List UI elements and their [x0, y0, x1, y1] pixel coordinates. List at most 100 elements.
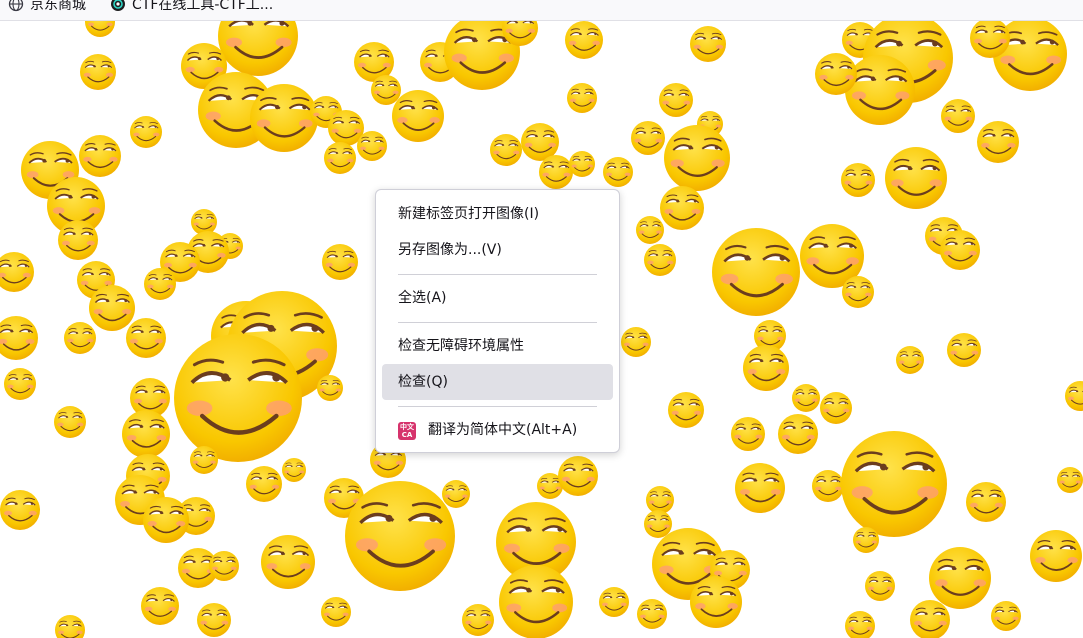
- smirk-emoji-icon: [689, 25, 727, 63]
- globe-icon: [8, 0, 24, 12]
- smirk-emoji-icon: [864, 570, 896, 602]
- smirk-emoji-icon: [0, 315, 39, 361]
- bookmark-label: 京东商城: [30, 0, 86, 13]
- smirk-emoji-icon: [883, 145, 949, 211]
- smirk-emoji-icon: [461, 603, 495, 637]
- smirk-emoji-icon: [497, 563, 575, 638]
- smirk-emoji-icon: [391, 89, 445, 143]
- smirk-emoji-icon: [538, 154, 574, 190]
- smirk-emoji-icon: [88, 284, 136, 332]
- smirk-emoji-icon: [248, 82, 320, 154]
- menu-inspect-accessibility[interactable]: 检查无障碍环境属性: [382, 328, 613, 364]
- smirk-emoji-icon: [129, 115, 163, 149]
- smirk-emoji-icon: [190, 208, 218, 236]
- smirk-emoji-icon: [245, 465, 283, 503]
- smirk-emoji-icon: [976, 120, 1020, 164]
- smirk-emoji-icon: [441, 479, 471, 509]
- menu-select-all[interactable]: 全选(A): [382, 280, 613, 316]
- smirk-emoji-icon: [811, 469, 845, 503]
- smirk-emoji-icon: [598, 586, 630, 618]
- smirk-emoji-icon: [316, 374, 344, 402]
- smirk-emoji-icon: [208, 550, 240, 582]
- menu-inspect[interactable]: 检查(Q): [382, 364, 613, 400]
- bookmark-jd[interactable]: 京东商城: [8, 0, 86, 15]
- smirk-emoji-icon: [356, 130, 388, 162]
- smirk-emoji-icon: [940, 98, 976, 134]
- smirk-emoji-icon: [620, 326, 652, 358]
- smirk-emoji-icon: [635, 215, 665, 245]
- menu-translate[interactable]: 中文 CA 翻译为简体中文(Alt+A): [382, 412, 613, 448]
- smirk-emoji-icon: [839, 429, 949, 539]
- smirk-emoji-icon: [939, 229, 981, 271]
- smirk-emoji-icon: [321, 243, 359, 281]
- smirk-emoji-icon: [662, 123, 732, 193]
- smirk-emoji-icon: [1029, 529, 1083, 583]
- context-menu: 新建标签页打开图像(I) 另存图像为...(V) 全选(A) 检查无障碍环境属性…: [375, 189, 620, 453]
- smirk-emoji-icon: [489, 133, 523, 167]
- smirk-emoji-icon: [643, 509, 673, 539]
- smirk-emoji-icon: [216, 21, 300, 78]
- smirk-emoji-icon: [568, 150, 596, 178]
- bookmark-ctf-tools[interactable]: CTF在线工具-CTF工...: [110, 0, 273, 15]
- smirk-emoji-icon: [777, 413, 819, 455]
- smirk-emoji-icon: [63, 321, 97, 355]
- smirk-emoji-icon: [909, 599, 951, 638]
- smirk-emoji-icon: [140, 586, 180, 626]
- smirk-emoji-icon: [895, 345, 925, 375]
- menu-separator: [398, 322, 597, 323]
- smirk-emoji-icon: [343, 479, 457, 593]
- menu-save-image-as[interactable]: 另存图像为...(V): [382, 232, 613, 268]
- smirk-emoji-icon: [54, 614, 86, 638]
- smirk-emoji-icon: [990, 600, 1022, 632]
- smirk-emoji-icon: [281, 457, 307, 483]
- translate-icon-bottom: CA: [401, 431, 413, 439]
- smirk-emoji-icon: [0, 489, 41, 531]
- smirk-emoji-icon: [819, 391, 853, 425]
- smirk-emoji-icon: [844, 610, 876, 638]
- smirk-emoji-icon: [566, 82, 598, 114]
- smirk-emoji-icon: [658, 82, 694, 118]
- smirk-emoji-icon: [840, 162, 876, 198]
- smirk-emoji-icon: [557, 455, 599, 497]
- smirk-emoji-icon: [659, 185, 705, 231]
- smirk-emoji-icon: [174, 334, 302, 462]
- smirk-emoji-icon: [125, 317, 167, 359]
- menu-separator: [398, 274, 597, 275]
- smirk-emoji-icon: [645, 485, 675, 515]
- smirk-emoji-icon: [1056, 466, 1083, 494]
- smirk-emoji-icon: [0, 251, 35, 293]
- smirk-emoji-icon: [320, 596, 352, 628]
- smirk-emoji-icon: [852, 526, 880, 554]
- smirk-emoji-icon: [57, 219, 99, 261]
- bookmark-label: CTF在线工具-CTF工...: [132, 0, 274, 13]
- smirk-emoji-icon: [142, 496, 190, 544]
- smirk-emoji-icon: [927, 545, 993, 611]
- smirk-emoji-icon: [53, 405, 87, 439]
- smirk-emoji-icon: [965, 481, 1007, 523]
- smirk-emoji-icon: [602, 156, 634, 188]
- smirk-emoji-icon: [946, 332, 982, 368]
- smirk-emoji-icon: [710, 226, 802, 318]
- menu-translate-label: 翻译为简体中文(Alt+A): [428, 422, 578, 438]
- smirk-emoji-icon: [78, 134, 122, 178]
- smirk-emoji-icon: [843, 53, 917, 127]
- smirk-emoji-icon: [734, 462, 786, 514]
- smirk-emoji-icon: [814, 52, 858, 96]
- smirk-emoji-icon: [196, 602, 232, 638]
- smirk-emoji-icon: [79, 53, 117, 91]
- smirk-emoji-icon: [742, 344, 790, 392]
- smirk-emoji-icon: [689, 575, 743, 629]
- smirk-emoji-icon: [564, 21, 604, 60]
- menu-separator: [398, 406, 597, 407]
- smirk-emoji-icon: [189, 445, 219, 475]
- smirk-emoji-icon: [260, 534, 316, 590]
- smirk-emoji-icon: [121, 409, 171, 459]
- bookmarks-toolbar: 京东商城 CTF在线工具-CTF工...: [0, 0, 1083, 21]
- smirk-emoji-icon: [791, 383, 821, 413]
- smirk-emoji-icon: [636, 598, 668, 630]
- menu-open-image-new-tab[interactable]: 新建标签页打开图像(I): [382, 196, 613, 232]
- ctf-tools-icon: [111, 0, 125, 11]
- smirk-emoji-icon: [370, 74, 402, 106]
- smirk-emoji-icon: [630, 120, 666, 156]
- smirk-emoji-icon: [3, 367, 37, 401]
